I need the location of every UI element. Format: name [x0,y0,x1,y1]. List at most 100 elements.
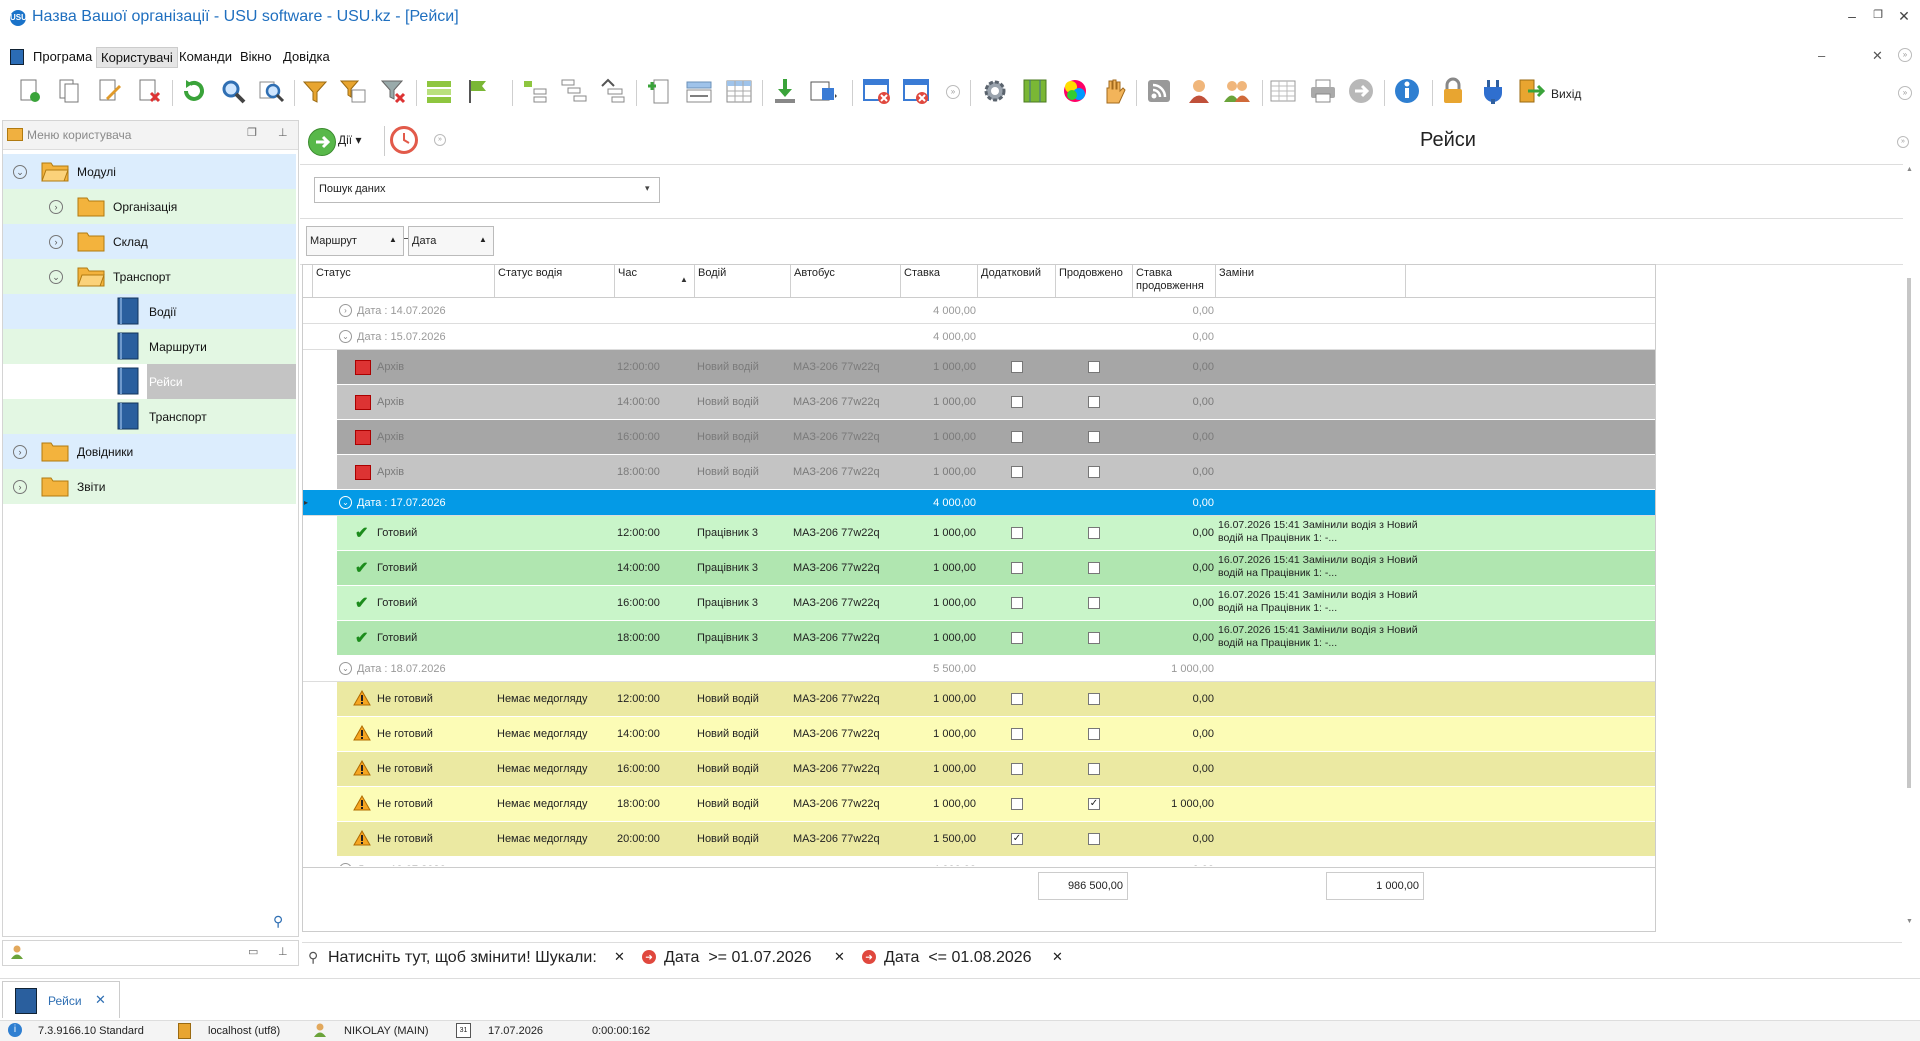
tree-item-3[interactable]: ⌄ Транспорт [3,259,296,294]
column-header[interactable]: Ставка [901,265,978,297]
exit-label[interactable]: Вихід [1551,87,1581,101]
user-manager-icon[interactable] [1184,76,1214,108]
menu-window[interactable]: Вікно [236,47,276,66]
table-icon[interactable] [1268,76,1298,108]
extra-checkbox[interactable] [1011,597,1023,609]
close-icon[interactable]: ✕ [1894,8,1914,26]
new-record-icon[interactable] [14,76,44,108]
settings-gear-icon[interactable] [980,76,1010,108]
expand-toggle-icon[interactable]: › [13,480,27,494]
menu-users[interactable]: Користувачі [96,47,178,68]
filter-icon[interactable] [300,76,330,108]
tree-item-0[interactable]: ⌄ Модулі [3,154,296,189]
expand-toggle-icon[interactable]: › [339,863,352,866]
filter-settings-icon[interactable] [338,76,368,108]
pin-panel-icon[interactable]: ⊥ [278,945,288,958]
menu-commands[interactable]: Команди [175,47,236,66]
flag-icon[interactable] [464,76,494,108]
extra-checkbox[interactable] [1011,396,1023,408]
extra-checkbox[interactable] [1011,527,1023,539]
printer-icon[interactable] [1308,76,1338,108]
table-row[interactable]: ✔ Готовий 14:00:00 Працівник 3 МАЗ-206 77w22… [303,551,1655,586]
extra-checkbox[interactable] [1011,798,1023,810]
group-chip-date[interactable]: Дата ▲ [408,226,494,256]
advanced-search-icon[interactable] [256,76,286,108]
export-icon[interactable] [770,76,800,108]
group-panel-icon[interactable] [424,76,454,108]
lock-icon[interactable] [1438,76,1468,108]
vertical-scrollbar[interactable]: ▲ ▼ [1904,166,1914,930]
extra-checkbox[interactable] [1011,466,1023,478]
mdi-close-icon[interactable]: ✕ [1872,48,1883,64]
remove-condition-icon[interactable]: ✕ [834,949,845,965]
close-window-icon[interactable] [862,76,892,108]
table-row[interactable]: Не готовий Немає медогляду 16:00:00 Новий в… [303,752,1655,787]
toolbar-overflow-icon[interactable]: » [1898,86,1912,100]
search-icon[interactable] [218,76,248,108]
tree-item-5[interactable]: Маршрути [3,329,296,364]
filter-hint[interactable]: Натисніть тут, щоб змінити! Шукали: [328,949,597,967]
filter-bar[interactable]: ⚲ Натисніть тут, щоб змінити! Шукали: ✕ … [302,942,1902,971]
tree-item-8[interactable]: › Довідники [3,434,296,469]
extended-checkbox[interactable]: ✓ [1088,798,1100,810]
users-group-icon[interactable] [1222,76,1252,108]
table-row[interactable]: ✔ Готовий 16:00:00 Працівник 3 МАЗ-206 77w22… [303,586,1655,621]
scroll-down-icon[interactable]: ▼ [1906,918,1913,925]
scrollbar-thumb[interactable] [1907,278,1911,788]
search-icon[interactable]: ⚲ [273,913,283,930]
minimize-icon[interactable]: – [1842,8,1862,26]
close-all-windows-icon[interactable] [902,76,932,108]
tab-trips[interactable]: Рейси ✕ [2,981,120,1018]
rss-icon[interactable] [1144,76,1174,108]
table-row[interactable]: Архів 18:00:00 Новий водій МАЗ-206 77w22q 1 … [303,455,1655,490]
expand-toggle-icon[interactable]: ⌄ [339,496,352,509]
edit-record-icon[interactable] [94,76,124,108]
extra-checkbox[interactable] [1011,562,1023,574]
exit-icon[interactable] [1516,76,1546,108]
pin-panel-icon[interactable]: ⊥ [278,126,288,139]
group-row[interactable]: › Дата : 19.07.2026 4 000,00 0,00 [303,857,1655,866]
column-header[interactable]: Водій [695,265,791,297]
extended-checkbox[interactable] [1088,527,1100,539]
extra-checkbox[interactable] [1011,431,1023,443]
expand-toggle-icon[interactable]: › [49,200,63,214]
table-row[interactable]: Не готовий Немає медогляду 20:00:00 Новий в… [303,822,1655,857]
clear-filter-icon[interactable] [378,76,408,108]
extended-checkbox[interactable] [1088,693,1100,705]
table-row[interactable]: Не готовий Немає медогляду 14:00:00 Новий в… [303,717,1655,752]
table-row[interactable]: Архів 14:00:00 Новий водій МАЗ-206 77w22q 1 … [303,385,1655,420]
extended-checkbox[interactable] [1088,597,1100,609]
table-row[interactable]: Не готовий Немає медогляду 18:00:00 Новий в… [303,787,1655,822]
hand-icon[interactable] [1098,76,1128,108]
extended-checkbox[interactable] [1088,396,1100,408]
search-input[interactable]: Пошук даних ▾ [314,177,660,203]
table-row[interactable]: Архів 16:00:00 Новий водій МАЗ-206 77w22q 1 … [303,420,1655,455]
extended-checkbox[interactable] [1088,466,1100,478]
mdi-minimize-icon[interactable]: – [1818,48,1825,63]
extended-checkbox[interactable] [1088,632,1100,644]
group-row[interactable]: ⌄ Дата : 15.07.2026 4 000,00 0,00 [303,324,1655,350]
column-header[interactable]: Продовжено [1056,265,1133,297]
forward-arrow-icon[interactable] [1346,76,1376,108]
extra-checkbox[interactable] [1011,693,1023,705]
plugin-icon[interactable] [1478,76,1508,108]
extra-checkbox[interactable]: ✓ [1011,833,1023,845]
group-row[interactable]: ▸ ⌄ Дата : 17.07.2026 4 000,00 0,00 [303,490,1655,516]
tree-item-7[interactable]: Транспорт [3,399,296,434]
toolbar-more-icon[interactable]: » [946,85,960,99]
info-icon[interactable] [1392,76,1422,108]
tree-item-2[interactable]: › Склад [3,224,296,259]
tree-item-4[interactable]: Водії [3,294,296,329]
remove-condition-icon[interactable]: ✕ [1052,949,1063,965]
extended-checkbox[interactable] [1088,728,1100,740]
table-row[interactable]: ✔ Готовий 18:00:00 Працівник 3 МАЗ-206 77w22… [303,621,1655,656]
table-row[interactable]: ✔ Готовий 12:00:00 Працівник 3 МАЗ-206 77w22… [303,516,1655,551]
extended-checkbox[interactable] [1088,833,1100,845]
float-panel-icon[interactable]: ❐ [247,126,257,139]
delete-record-icon[interactable] [134,76,164,108]
grid-layout-icon[interactable] [724,76,754,108]
actions-dropdown[interactable]: Дії ▾ [338,133,362,147]
app-menu-icon[interactable] [10,49,24,65]
extra-checkbox[interactable] [1011,632,1023,644]
refresh-icon[interactable] [178,76,208,108]
